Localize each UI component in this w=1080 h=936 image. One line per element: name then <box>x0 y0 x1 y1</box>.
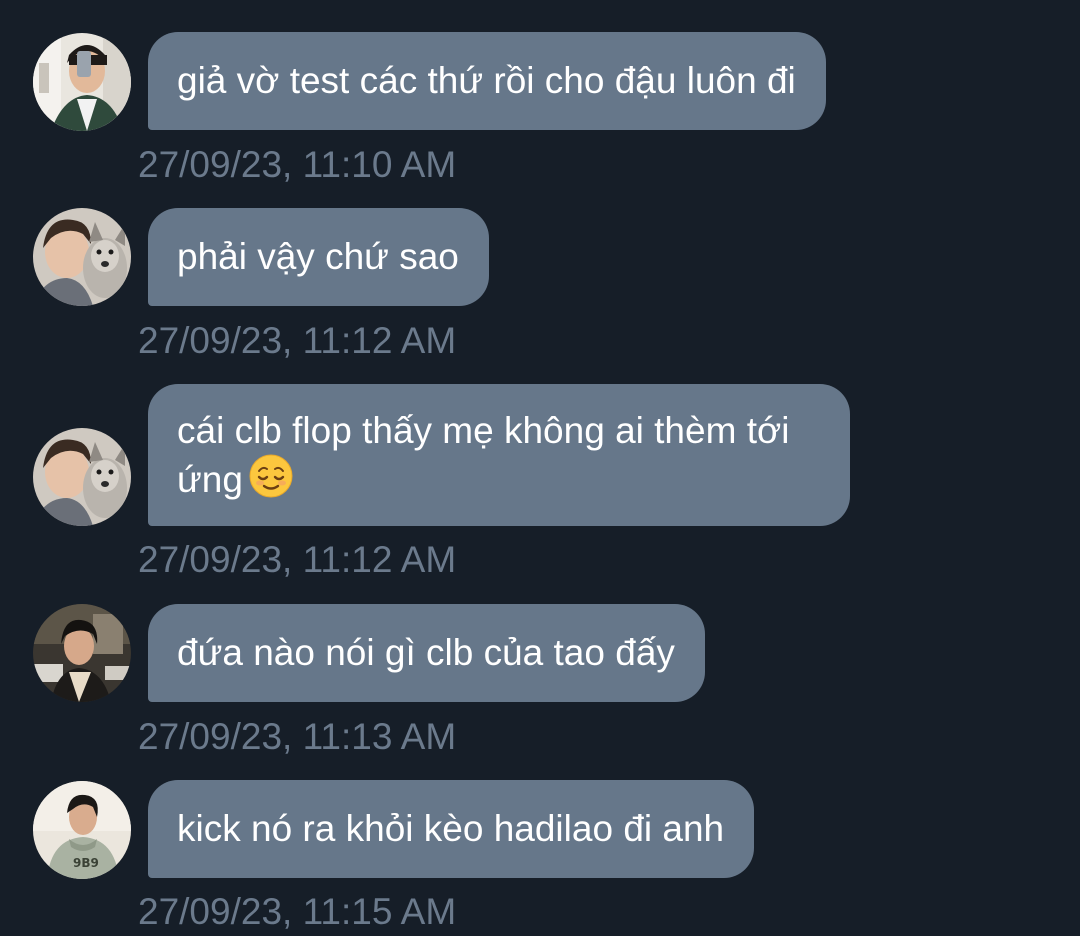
message-timestamp: 27/09/23, 11:10 AM <box>138 144 457 185</box>
message-bubble[interactable]: cái clb flop thấy mẹ không ai thèm tới ứ… <box>148 384 850 526</box>
message-text: kick nó ra khỏi kèo hadilao đi anh <box>177 808 725 849</box>
avatar-mirror-selfie-icon <box>33 33 131 131</box>
message-text-line-wrap: ứng <box>177 454 820 509</box>
avatar[interactable] <box>33 33 131 131</box>
avatar-with-dog-icon <box>33 428 131 526</box>
message-text: phải vậy chứ sao <box>177 236 459 277</box>
message-text-line: cái clb flop thấy mẹ không ai thèm tới <box>177 410 790 451</box>
message-bubble[interactable]: kick nó ra khỏi kèo hadilao đi anh <box>148 780 755 878</box>
relieved-face-emoji-icon <box>249 454 293 509</box>
message-bubble[interactable]: phải vậy chứ sao <box>148 208 489 306</box>
avatar[interactable] <box>33 428 131 526</box>
message-timestamp: 27/09/23, 11:12 AM <box>138 320 457 361</box>
message-text-line: ứng <box>177 459 243 500</box>
message-text: đứa nào nói gì clb của tao đấy <box>177 632 675 673</box>
avatar[interactable] <box>33 208 131 306</box>
avatar-hoodie-icon: 9B9 <box>33 781 131 879</box>
message-bubble[interactable]: đứa nào nói gì clb của tao đấy <box>148 604 705 702</box>
avatar[interactable]: 9B9 <box>33 781 131 879</box>
message-timestamp: 27/09/23, 11:13 AM <box>138 716 457 757</box>
message-text: giả vờ test các thứ rồi cho đậu luôn đi <box>177 60 796 101</box>
svg-text:9B9: 9B9 <box>73 856 99 870</box>
avatar[interactable] <box>33 604 131 702</box>
avatar-street-icon <box>33 604 131 702</box>
message-timestamp: 27/09/23, 11:12 AM <box>138 539 457 580</box>
message-bubble[interactable]: giả vờ test các thứ rồi cho đậu luôn đi <box>148 32 826 130</box>
message-timestamp: 27/09/23, 11:15 AM <box>138 891 457 932</box>
avatar-with-dog-icon <box>33 208 131 306</box>
chat-thread: giả vờ test các thứ rồi cho đậu luôn đi … <box>0 0 1080 936</box>
